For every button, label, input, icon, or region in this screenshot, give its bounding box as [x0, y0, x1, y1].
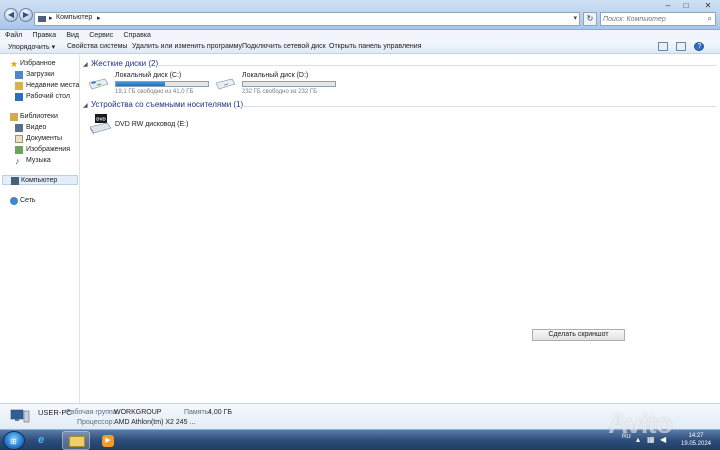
- drive-c-label: Локальный диск (C:): [115, 72, 182, 79]
- dvd-drive-label: DVD RW дисковод (E:): [115, 121, 189, 128]
- collapse-triangle-icon[interactable]: ◢: [83, 60, 91, 70]
- back-button[interactable]: ◀: [4, 8, 18, 22]
- internet-explorer-icon: e: [38, 434, 45, 446]
- nav-video[interactable]: Видео: [0, 123, 78, 133]
- group-header-hard-drives[interactable]: ◢ Жесткие диски (2): [83, 59, 158, 69]
- dvd-badge-text: DVD: [96, 117, 106, 122]
- maximize-button[interactable]: □: [680, 1, 692, 10]
- cpu-value: AMD Athlon(tm) X2 245 ...: [114, 419, 196, 426]
- refresh-button[interactable]: ↻: [583, 12, 597, 26]
- drive-d-label: Локальный диск (D:): [242, 72, 309, 79]
- windows-logo-icon: ⊞: [10, 437, 17, 446]
- address-bar[interactable]: ▸ Компьютер ▸ ▾: [34, 12, 580, 26]
- nav-network[interactable]: Сеть: [0, 196, 78, 206]
- system-properties-button[interactable]: Свойства системы: [67, 43, 127, 50]
- pictures-icon: [15, 146, 23, 154]
- chevron-right-icon[interactable]: ▸: [49, 14, 53, 22]
- view-options-icon[interactable]: [658, 42, 668, 51]
- breadcrumb-computer[interactable]: Компьютер: [56, 14, 92, 21]
- minimize-button[interactable]: –: [662, 1, 674, 10]
- start-button[interactable]: ⊞: [3, 431, 25, 450]
- memory-label: Память:: [184, 409, 211, 416]
- content-area: ◢ Жесткие диски (2) Локальный диск (C:) 1…: [81, 55, 720, 403]
- nav-libraries[interactable]: Библиотеки: [0, 112, 78, 122]
- libraries-icon: [10, 113, 18, 121]
- menu-bar: Файл Правка Вид Сервис Справка: [0, 30, 720, 40]
- nav-pictures[interactable]: Изображения: [0, 145, 78, 155]
- search-box[interactable]: ⌕: [600, 12, 716, 26]
- chevron-down-icon[interactable]: ▾: [573, 14, 577, 22]
- clock-time: 14:27: [688, 433, 704, 439]
- group-divider: [157, 65, 717, 66]
- command-bar: Упорядочить ▾ Свойства системы Удалить и…: [0, 40, 720, 54]
- clock[interactable]: 14:27 19.05.2024: [676, 432, 716, 448]
- search-icon[interactable]: ⌕: [708, 14, 712, 24]
- title-bar: ◀ ▶ ▸ Компьютер ▸ ▾ ↻ ⌕ – □ ✕: [0, 0, 720, 30]
- drive-c-usage-bar: [115, 81, 209, 87]
- drive-c[interactable]: Локальный диск (C:) 19,1 ГБ свободно из …: [87, 72, 212, 96]
- help-icon[interactable]: ?: [694, 42, 705, 51]
- collapse-triangle-icon[interactable]: ◢: [83, 101, 91, 111]
- memory-value: 4,00 ГБ: [208, 409, 232, 416]
- clock-date: 19.05.2024: [680, 441, 712, 447]
- workgroup-value: WORKGROUP: [114, 409, 162, 416]
- taskbar-explorer[interactable]: [62, 431, 90, 450]
- computer-icon: [10, 409, 30, 423]
- drive-c-usage-fill: [116, 82, 165, 86]
- music-icon: ♪: [15, 156, 20, 166]
- nav-downloads[interactable]: Загрузки: [0, 70, 78, 80]
- drive-d[interactable]: Локальный диск (D:) 232 ГБ свободно из 2…: [214, 72, 339, 96]
- drive-c-free-space: 19,1 ГБ свободно из 41,0 ГБ: [115, 89, 194, 95]
- map-network-drive-button[interactable]: Подключить сетевой диск: [242, 43, 326, 50]
- close-button[interactable]: ✕: [702, 1, 714, 10]
- search-input[interactable]: [603, 14, 699, 25]
- hard-drive-icon: [88, 78, 109, 90]
- nav-music[interactable]: ♪ Музыка: [0, 156, 78, 166]
- taskbar-internet-explorer[interactable]: e: [30, 431, 58, 450]
- nav-computer[interactable]: Компьютер: [2, 175, 78, 185]
- avito-watermark: Avito: [608, 408, 673, 439]
- nav-favorites[interactable]: ★ Избранное: [0, 59, 78, 69]
- desktop-icon: [15, 93, 23, 101]
- video-icon: [15, 124, 23, 132]
- take-screenshot-button[interactable]: Сделать скриншот: [532, 329, 625, 341]
- downloads-icon: [15, 71, 23, 79]
- group-divider: [241, 106, 717, 107]
- dvd-drive-e[interactable]: DVD DVD RW дисковод (E:): [87, 113, 197, 139]
- preview-pane-icon[interactable]: [676, 42, 687, 51]
- nav-recent-places[interactable]: Недавние места: [0, 81, 79, 91]
- drive-d-free-space: 232 ГБ свободно из 232 ГБ: [242, 89, 318, 95]
- drive-d-usage-bar: [242, 81, 336, 87]
- chevron-right-icon[interactable]: ▸: [97, 14, 101, 22]
- documents-icon: [15, 135, 23, 143]
- organize-button[interactable]: Упорядочить ▾: [8, 43, 55, 51]
- hard-drive-icon: [215, 78, 236, 90]
- network-icon: [10, 197, 18, 205]
- cpu-label: Процессор:: [77, 419, 115, 426]
- forward-button[interactable]: ▶: [19, 8, 33, 22]
- computer-icon: [38, 16, 46, 22]
- nav-desktop[interactable]: Рабочий стол: [0, 92, 78, 102]
- taskbar-media-player[interactable]: ▶: [94, 431, 122, 450]
- group-header-removable[interactable]: ◢ Устройства со съемными носителями (1): [83, 100, 243, 110]
- uninstall-program-button[interactable]: Удалить или изменить программу: [132, 43, 242, 50]
- media-player-icon: ▶: [102, 435, 114, 447]
- computer-icon: [11, 177, 19, 185]
- workgroup-label: Рабочая группа:: [66, 409, 119, 416]
- recent-places-icon: [15, 82, 23, 90]
- navigation-pane: ★ Избранное Загрузки Недавние места Рабо…: [0, 55, 80, 403]
- open-control-panel-button[interactable]: Открыть панель управления: [329, 43, 422, 50]
- dvd-drive-icon: DVD: [89, 114, 112, 135]
- star-icon: ★: [10, 59, 19, 69]
- nav-documents[interactable]: Документы: [0, 134, 78, 144]
- folder-icon: [69, 436, 85, 447]
